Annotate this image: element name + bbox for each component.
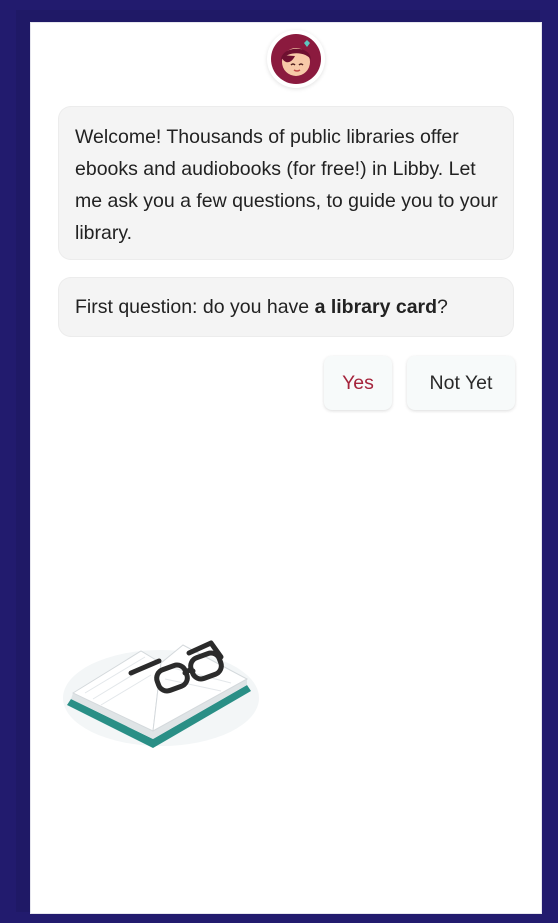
question-message: First question: do you have a library ca… [59,278,513,336]
question-text: First question: do you have a library ca… [75,291,501,323]
yes-button[interactable]: Yes [324,356,392,410]
app-screen: Welcome! Thousands of public libraries o… [30,22,542,914]
libby-avatar [267,30,325,88]
question-suffix: ? [437,296,448,318]
question-prefix: First question: do you have [75,296,315,318]
book-with-glasses-icon [63,640,259,748]
welcome-text: Welcome! Thousands of public libraries o… [75,126,498,244]
book-illustration [61,623,261,758]
not-yet-button[interactable]: Not Yet [407,356,515,410]
libby-avatar-icon [271,34,321,84]
welcome-message: Welcome! Thousands of public libraries o… [59,107,513,259]
question-bold: a library card [314,296,438,318]
